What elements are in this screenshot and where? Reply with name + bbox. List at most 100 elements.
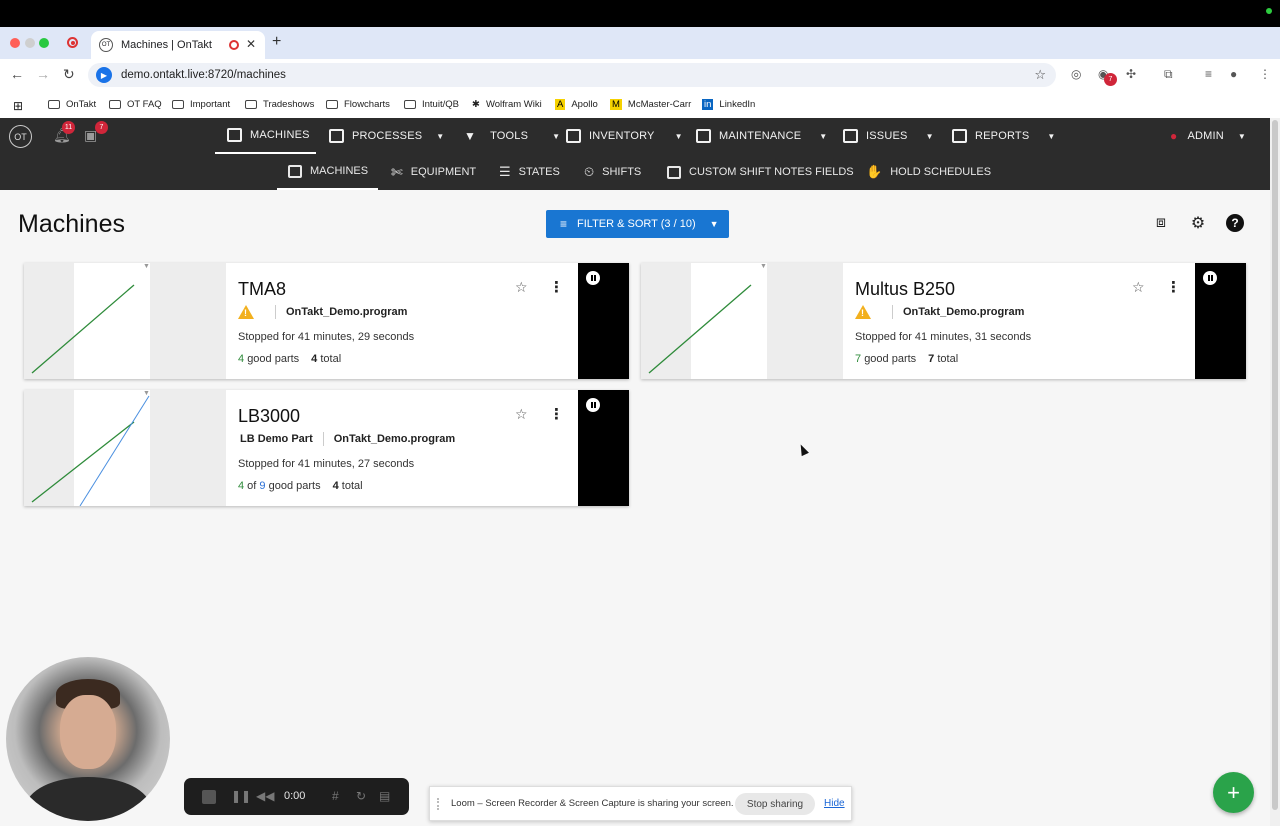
bookmark-important[interactable]: Important <box>172 99 230 110</box>
page-scrollbar[interactable] <box>1270 118 1280 826</box>
scrollbar-thumb[interactable] <box>1272 120 1278 810</box>
tab-search-icon[interactable]: ⧉ <box>1164 67 1173 82</box>
settings-gear-icon[interactable]: ⚙ <box>1189 214 1207 232</box>
menu-inventory[interactable]: INVENTORY ▼ <box>566 118 683 154</box>
tasks-badge: 7 <box>95 121 108 134</box>
part-name: LB Demo Part <box>240 433 313 445</box>
submenu-states[interactable]: ☰ STATES <box>499 154 560 190</box>
reload-icon[interactable]: ↻ <box>63 66 75 83</box>
trash-icon[interactable]: ▤ <box>379 789 390 803</box>
help-icon[interactable]: ? <box>1226 214 1244 232</box>
bookmark-star-icon[interactable]: ☆ <box>1034 67 1046 83</box>
restart-icon[interactable]: ↻ <box>356 789 366 803</box>
submenu-hold-schedules[interactable]: ✋ HOLD SCHEDULES <box>866 154 991 190</box>
ontakt-logo[interactable]: OT <box>9 125 32 148</box>
bookmark-linkedin[interactable]: in LinkedIn <box>702 99 755 110</box>
more-options-icon[interactable]: ⋮ <box>549 405 564 423</box>
menu-tools[interactable]: ▼ TOOLS ▼ <box>464 118 560 154</box>
machine-card[interactable]: ▼ Multus B250 OnTakt_Demo.program Stoppe… <box>641 263 1246 379</box>
bookmark-tradeshows[interactable]: Tradeshows <box>245 99 314 110</box>
hide-link[interactable]: Hide <box>824 798 845 809</box>
menu-maintenance[interactable]: MAINTENANCE ▼ <box>696 118 827 154</box>
bookmark-mcmaster[interactable]: M McMaster-Carr <box>610 99 691 110</box>
browser-menu-icon[interactable]: ⋮ <box>1259 67 1271 81</box>
site-info-icon[interactable]: ▶ <box>96 67 112 83</box>
favorite-star-icon[interactable]: ☆ <box>1132 279 1145 296</box>
machine-state-panel <box>1195 263 1246 379</box>
total-group: 4 total <box>311 353 341 365</box>
favorite-star-icon[interactable]: ☆ <box>515 279 528 296</box>
webcam-face <box>60 695 116 769</box>
bookmark-flowcharts[interactable]: Flowcharts <box>326 99 390 110</box>
minimize-window-button[interactable] <box>25 38 35 48</box>
caret-down-icon: ▼ <box>436 131 445 141</box>
browser-tab-active[interactable]: OT Machines | OnTakt ✕ <box>91 31 265 59</box>
issues-icon <box>843 129 858 143</box>
submenu-equipment[interactable]: ✄ EQUIPMENT <box>391 154 476 190</box>
apps-grid-icon[interactable]: ⊞ <box>13 99 23 113</box>
machine-card[interactable]: ▼ TMA8 OnTakt_Demo.program Stopped for 4… <box>24 263 629 379</box>
menu-label: ISSUES <box>866 130 908 142</box>
back-arrow-icon[interactable]: ← <box>10 66 24 82</box>
bookmark-intuit[interactable]: Intuit/QB <box>404 99 459 110</box>
menu-machines[interactable]: MACHINES <box>215 118 316 154</box>
user-icon: ● <box>1170 129 1178 143</box>
folder-icon <box>245 100 257 109</box>
submenu-shifts[interactable]: ⏲ SHIFTS <box>584 154 641 190</box>
machine-state-panel <box>578 390 629 506</box>
menu-reports[interactable]: REPORTS ▼ <box>952 118 1056 154</box>
more-options-icon[interactable]: ⋮ <box>1166 278 1181 296</box>
forward-arrow-icon[interactable]: → <box>36 66 50 82</box>
parts-count: 4 of 9 good parts 4 total <box>238 480 363 492</box>
profile-avatar[interactable]: ● <box>1230 67 1237 81</box>
share-text: Loom – Screen Recorder & Screen Capture … <box>451 798 734 809</box>
submenu-machines[interactable]: MACHINES <box>277 154 378 190</box>
menu-processes[interactable]: PROCESSES ▼ <box>329 118 444 154</box>
drag-handle-icon[interactable] <box>437 797 443 810</box>
stop-recording-button[interactable] <box>202 790 216 804</box>
menu-issues[interactable]: ISSUES ▼ <box>843 118 934 154</box>
total-parts-line <box>79 395 150 506</box>
total-label: total <box>937 353 959 365</box>
media-control-icon[interactable]: ≡ <box>1205 67 1212 81</box>
machine-name[interactable]: LB3000 <box>238 406 300 427</box>
submenu-custom-shift-notes[interactable]: CUSTOM SHIFT NOTES FIELDS <box>667 154 854 190</box>
folder-icon <box>48 100 60 109</box>
extensions-puzzle-icon[interactable]: ✣ <box>1126 67 1136 81</box>
more-options-icon[interactable]: ⋮ <box>549 278 564 296</box>
pause-recording-icon[interactable]: ❚❚ <box>231 789 251 803</box>
display-mode-icon[interactable]: ⧈ <box>1152 214 1170 232</box>
new-tab-button[interactable]: + <box>272 33 281 51</box>
caret-down-icon: ▼ <box>1047 131 1056 141</box>
total-label: total <box>320 353 342 365</box>
fullscreen-window-button[interactable] <box>39 38 49 48</box>
close-window-button[interactable] <box>10 38 20 48</box>
bookmark-label: Apollo <box>571 99 598 110</box>
add-machine-button[interactable]: + <box>1213 772 1254 813</box>
machine-card[interactable]: ▼ LB3000 LB Demo Part OnTakt_Demo.progra… <box>24 390 629 506</box>
tab-close-icon[interactable]: ✕ <box>246 37 256 51</box>
bookmark-ot-faq[interactable]: OT FAQ <box>109 99 162 110</box>
stop-sharing-button[interactable]: Stop sharing <box>735 793 815 815</box>
browser-chrome: OT Machines | OnTakt ✕ + ← → ↻ ▶ demo.on… <box>0 27 1280 118</box>
grid-icon[interactable]: # <box>332 789 339 803</box>
planned-count: 9 <box>259 480 266 492</box>
webcam-bubble[interactable] <box>6 657 170 821</box>
filter-sort-button[interactable]: ≡ FILTER & SORT (3 / 10) ▼ <box>546 210 729 238</box>
bookmark-apollo[interactable]: A Apollo <box>555 99 598 110</box>
address-bar[interactable]: ▶ demo.ontakt.live:8720/machines ☆ <box>88 63 1056 87</box>
favorite-star-icon[interactable]: ☆ <box>515 406 528 423</box>
bookmark-wolfram[interactable]: ✱ Wolfram Wiki <box>472 99 542 110</box>
rewind-icon[interactable]: ◀◀ <box>256 789 274 803</box>
extension-icon[interactable]: ◎ <box>1071 67 1081 81</box>
bookmark-ontakt[interactable]: OnTakt <box>48 99 96 110</box>
machine-name[interactable]: TMA8 <box>238 279 286 300</box>
url-text: demo.ontakt.live:8720/machines <box>121 69 286 81</box>
machine-name[interactable]: Multus B250 <box>855 279 955 300</box>
good-label: good parts <box>247 353 300 365</box>
user-menu[interactable]: ● ADMIN ▼ <box>1170 118 1246 154</box>
pause-icon <box>586 271 600 285</box>
folder-icon <box>404 100 416 109</box>
equipment-icon: ✄ <box>391 163 403 180</box>
production-chart: ▼ <box>24 263 226 379</box>
